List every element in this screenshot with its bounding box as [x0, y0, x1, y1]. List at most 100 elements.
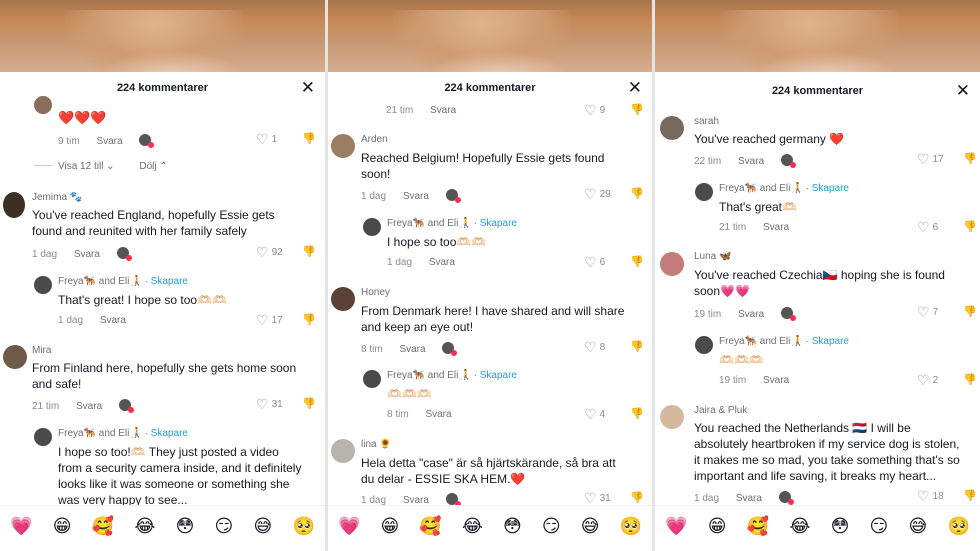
reply-button[interactable]: Svara	[96, 136, 122, 147]
like-button[interactable]: ♡ 31	[256, 397, 283, 411]
emoji-joy[interactable]: 😂	[789, 515, 810, 537]
avatar[interactable]	[3, 345, 27, 369]
comment-username[interactable]: Freya🐕‍🦺 and Eli🧑‍🦯 · Skapare	[387, 370, 517, 381]
emoji-sweat[interactable]: 😅	[581, 515, 600, 537]
reply-button[interactable]: Svara	[76, 401, 102, 412]
comment-username[interactable]: Luna 🦋	[694, 251, 731, 262]
avatar[interactable]	[3, 192, 25, 218]
emoji-flushed[interactable]: 😳	[176, 515, 195, 537]
comment-username[interactable]: Jemima 🐾	[32, 192, 82, 203]
comment-username[interactable]: Freya🐕‍🦺 and Eli🧑‍🦯 · Skapare	[387, 218, 517, 229]
emoji-love[interactable]: 🥰	[419, 515, 441, 537]
thumbs-down-icon[interactable]: 👎	[963, 489, 977, 502]
like-button[interactable]: ♡ 29	[584, 187, 611, 201]
close-icon[interactable]: ✕	[301, 78, 315, 98]
reply-button[interactable]: Svara	[403, 191, 429, 202]
comment-username[interactable]: Freya🐕‍🦺 and Eli🧑‍🦯 · Skapare	[58, 428, 188, 439]
thumbs-down-icon[interactable]: 👎	[630, 407, 644, 420]
comment-username[interactable]: Honey	[361, 287, 390, 298]
reply-button[interactable]: Svara	[429, 257, 455, 268]
emoji-smirk[interactable]: 😏	[542, 515, 561, 537]
reply-button[interactable]: Svara	[763, 375, 789, 386]
avatar[interactable]	[34, 276, 52, 294]
emoji-heart[interactable]: 💗	[10, 515, 32, 537]
username-label[interactable]: Freya🐕‍🦺 and Eli🧑‍🦯	[719, 336, 803, 347]
emoji-love[interactable]: 🥰	[92, 515, 114, 537]
thumbs-down-icon[interactable]: 👎	[630, 103, 644, 116]
like-button[interactable]: ♡ 2	[917, 373, 938, 387]
emoji-flushed[interactable]: 😳	[831, 515, 850, 537]
avatar[interactable]	[331, 134, 355, 158]
username-label[interactable]: Freya🐕‍🦺 and Eli🧑‍🦯	[58, 428, 142, 439]
thumbs-down-icon[interactable]: 👎	[630, 340, 644, 353]
like-button[interactable]: ♡ 6	[917, 220, 938, 234]
emoji-smirk[interactable]: 😏	[870, 515, 889, 537]
comment-username[interactable]: Jaira & Pluk	[694, 405, 747, 416]
avatar[interactable]	[695, 183, 713, 201]
like-button[interactable]: ♡ 17	[917, 152, 944, 166]
avatar[interactable]	[34, 428, 52, 446]
emoji-pleading[interactable]: 🥺	[620, 515, 642, 537]
like-button[interactable]: ♡ 17	[256, 313, 283, 327]
reply-button[interactable]: Svara	[763, 222, 789, 233]
reply-button[interactable]: Svara	[74, 249, 100, 260]
avatar[interactable]	[331, 287, 355, 311]
emoji-heart[interactable]: 💗	[665, 515, 687, 537]
emoji-love[interactable]: 🥰	[747, 515, 769, 537]
like-button[interactable]: ♡ 6	[584, 255, 605, 269]
thumbs-down-icon[interactable]: 👎	[302, 245, 316, 258]
like-button[interactable]: ♡ 8	[584, 340, 605, 354]
comment-username[interactable]: Freya🐕‍🦺 and Eli🧑‍🦯 · Skapare	[719, 336, 849, 347]
reply-button[interactable]: Svara	[738, 156, 764, 167]
like-button[interactable]: ♡ 92	[256, 245, 283, 259]
username-label[interactable]: Freya🐕‍🦺 and Eli🧑‍🦯	[719, 183, 803, 194]
like-button[interactable]: ♡ 31	[584, 491, 611, 505]
emoji-smirk[interactable]: 😏	[215, 515, 234, 537]
emoji-joy[interactable]: 😂	[462, 515, 483, 537]
emoji-grin[interactable]: 😁	[708, 515, 727, 537]
comment-username[interactable]: Mira	[32, 345, 51, 356]
emoji-sweat[interactable]: 😅	[909, 515, 928, 537]
like-button[interactable]: ♡ 4	[584, 407, 605, 421]
emoji-pleading[interactable]: 🥺	[947, 515, 969, 537]
username-label[interactable]: Freya🐕‍🦺 and Eli🧑‍🦯	[387, 218, 471, 229]
view-more-replies[interactable]: Visa 12 till ⌄ Dölj ⌃	[34, 161, 168, 172]
reply-button[interactable]: Svara	[738, 309, 764, 320]
thumbs-down-icon[interactable]: 👎	[963, 220, 977, 233]
close-icon[interactable]: ✕	[956, 81, 970, 101]
comment-username[interactable]: Freya🐕‍🦺 and Eli🧑‍🦯 · Skapare	[58, 276, 188, 287]
emoji-joy[interactable]: 😂	[134, 515, 155, 537]
emoji-heart[interactable]: 💗	[338, 515, 360, 537]
avatar[interactable]	[363, 218, 381, 236]
thumbs-down-icon[interactable]: 👎	[630, 255, 644, 268]
avatar[interactable]	[34, 96, 52, 114]
like-button[interactable]: ♡ 1	[256, 132, 277, 146]
thumbs-down-icon[interactable]: 👎	[963, 305, 977, 318]
reply-button[interactable]: Svara	[100, 315, 126, 326]
emoji-sweat[interactable]: 😅	[254, 515, 273, 537]
avatar[interactable]	[331, 439, 355, 463]
thumbs-down-icon[interactable]: 👎	[302, 397, 316, 410]
thumbs-down-icon[interactable]: 👎	[630, 491, 644, 504]
thumbs-down-icon[interactable]: 👎	[302, 313, 316, 326]
thumbs-down-icon[interactable]: 👎	[963, 373, 977, 386]
avatar[interactable]	[660, 405, 684, 429]
like-button[interactable]: ♡ 7	[917, 305, 938, 319]
avatar[interactable]	[363, 370, 381, 388]
like-button[interactable]: ♡ 18	[917, 489, 944, 503]
avatar[interactable]	[695, 336, 713, 354]
reply-button[interactable]: Svara	[430, 105, 456, 116]
username-label[interactable]: Freya🐕‍🦺 and Eli🧑‍🦯	[58, 276, 142, 287]
emoji-flushed[interactable]: 😳	[503, 515, 522, 537]
avatar[interactable]	[660, 252, 684, 276]
username-label[interactable]: Freya🐕‍🦺 and Eli🧑‍🦯	[387, 370, 471, 381]
reply-button[interactable]: Svara	[399, 344, 425, 355]
close-icon[interactable]: ✕	[628, 78, 642, 98]
comment-username[interactable]: sarah	[694, 116, 719, 127]
emoji-grin[interactable]: 😁	[53, 515, 72, 537]
emoji-pleading[interactable]: 🥺	[292, 515, 314, 537]
reply-button[interactable]: Svara	[736, 493, 762, 504]
view-more-label[interactable]: Visa 12 till	[58, 161, 103, 172]
comment-username[interactable]: Arden	[361, 134, 388, 145]
thumbs-down-icon[interactable]: 👎	[302, 132, 316, 145]
